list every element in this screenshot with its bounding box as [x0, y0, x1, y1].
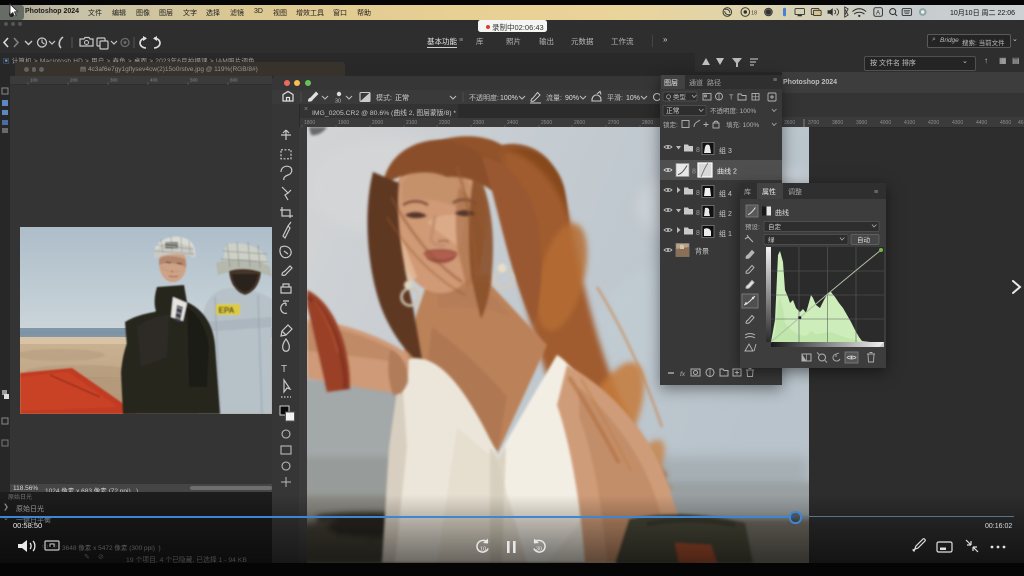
svg-text:4400: 4400: [976, 120, 987, 126]
svg-text:10: 10: [480, 547, 486, 553]
svg-text:≡: ≡: [874, 189, 878, 196]
svg-text:正常: 正常: [666, 106, 680, 115]
svg-text:8: 8: [696, 147, 700, 154]
svg-text:90%: 90%: [565, 95, 579, 102]
svg-text:4500: 4500: [1000, 120, 1011, 126]
svg-text:200: 200: [70, 78, 78, 83]
svg-text:400: 400: [150, 78, 158, 83]
svg-text:正常: 正常: [395, 93, 409, 102]
svg-text:曲线: 曲线: [775, 208, 789, 217]
svg-text:组 3: 组 3: [719, 146, 732, 155]
svg-text:1900: 1900: [338, 120, 349, 126]
svg-text:8: 8: [696, 190, 700, 197]
svg-text:100: 100: [30, 78, 38, 83]
svg-text:预设:: 预设:: [745, 222, 760, 231]
svg-text:2800: 2800: [642, 120, 653, 126]
svg-text:4000: 4000: [880, 120, 891, 126]
svg-text:平滑:: 平滑:: [607, 93, 623, 102]
svg-text:4300: 4300: [952, 120, 963, 126]
svg-text:组 2: 组 2: [719, 209, 732, 218]
svg-text:背景: 背景: [695, 247, 709, 256]
svg-text:600: 600: [230, 78, 238, 83]
svg-text:10%: 10%: [626, 95, 640, 102]
svg-text:流量:: 流量:: [546, 93, 562, 102]
svg-text:调整: 调整: [788, 187, 802, 196]
svg-text:8: 8: [696, 210, 700, 217]
svg-text:组 1: 组 1: [719, 229, 732, 238]
svg-text:46: 46: [1018, 120, 1024, 126]
svg-text:500: 500: [190, 78, 198, 83]
svg-text:4100: 4100: [904, 120, 915, 126]
svg-text:自定: 自定: [768, 222, 782, 231]
svg-text:模式:: 模式:: [376, 93, 392, 102]
svg-text:2400: 2400: [507, 120, 518, 126]
svg-text:300: 300: [110, 78, 118, 83]
svg-text:2300: 2300: [473, 120, 484, 126]
svg-text:EPA: EPA: [219, 306, 235, 315]
svg-text:8: 8: [692, 169, 696, 176]
svg-text:3700: 3700: [808, 120, 819, 126]
svg-text:自动: 自动: [857, 235, 871, 244]
svg-text:2000: 2000: [372, 120, 383, 126]
svg-text:100%: 100%: [500, 95, 518, 102]
svg-text:2100: 2100: [406, 120, 417, 126]
svg-text:A: A: [876, 11, 880, 17]
svg-text:4200: 4200: [928, 120, 939, 126]
svg-text:填充: 100%: 填充: 100%: [726, 120, 759, 129]
svg-text:不透明度:: 不透明度:: [469, 93, 499, 102]
svg-text:1800: 1800: [304, 120, 315, 126]
svg-text:2200: 2200: [439, 120, 450, 126]
svg-text:T: T: [729, 95, 734, 102]
svg-text:不透明度: 100%: 不透明度: 100%: [710, 106, 756, 115]
svg-text:绿: 绿: [768, 235, 775, 244]
svg-text:3600: 3600: [784, 120, 795, 126]
svg-text:2700: 2700: [608, 120, 619, 126]
svg-text:3800: 3800: [832, 120, 843, 126]
svg-text:Q 类型: Q 类型: [666, 92, 686, 101]
svg-text:库: 库: [744, 187, 751, 196]
svg-text:8: 8: [696, 230, 700, 237]
svg-text:fx: fx: [680, 371, 686, 378]
svg-text:组 4: 组 4: [719, 189, 732, 198]
svg-text:曲线 2: 曲线 2: [717, 167, 737, 176]
svg-text:属性: 属性: [762, 187, 776, 196]
svg-text:T: T: [281, 364, 287, 375]
svg-text:2500: 2500: [541, 120, 552, 126]
svg-text:3900: 3900: [856, 120, 867, 126]
svg-text:18: 18: [751, 11, 757, 17]
svg-text:30: 30: [536, 547, 542, 553]
svg-text:2600: 2600: [574, 120, 585, 126]
svg-text:锁定:: 锁定:: [663, 120, 678, 129]
